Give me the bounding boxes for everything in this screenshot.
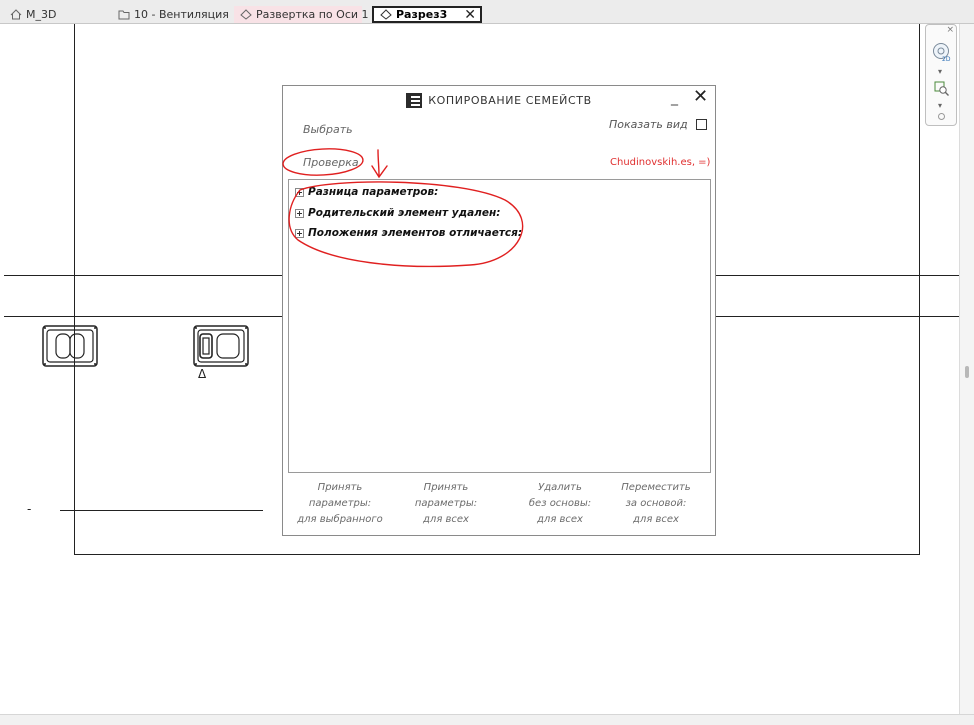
tab-ventilation[interactable]: 10 - Вентиляция xyxy=(112,6,230,23)
tab-m-3d[interactable]: M_3D xyxy=(4,6,104,23)
tab-label: 10 - Вентиляция xyxy=(134,8,229,21)
delete-orphans-all-button[interactable]: Удалить без основы: для всех xyxy=(510,480,610,528)
scrollbar-thumb[interactable] xyxy=(965,366,969,378)
expand-icon[interactable] xyxy=(295,208,304,218)
dialog-title: КОПИРОВАНИЕ СЕМЕЙСТВ xyxy=(428,93,592,107)
chevron-down-icon[interactable]: ▾ xyxy=(938,67,942,76)
app-logo-icon xyxy=(406,92,423,108)
tree-node-label: Положения элементов отличается: xyxy=(308,227,523,239)
chevron-down-icon[interactable]: ▾ xyxy=(938,101,942,110)
action-bar: Принять параметры: для выбранного Принят… xyxy=(283,478,715,536)
expand-icon[interactable] xyxy=(295,187,304,197)
close-button[interactable]: ✕ xyxy=(693,88,709,106)
tab-section-3[interactable]: Разрез3 ✕ xyxy=(372,6,482,23)
grid-line xyxy=(74,554,920,555)
tree-node-label: Родительский элемент удален: xyxy=(308,207,501,219)
navigation-bar: × 2D ▾ ▾ xyxy=(925,24,957,126)
grid-line xyxy=(919,24,920,555)
svg-text:2D: 2D xyxy=(942,56,951,62)
tab-close-icon[interactable]: ✕ xyxy=(464,7,476,23)
vertical-scrollbar[interactable] xyxy=(959,24,974,714)
show-view-toggle[interactable]: Показать вид xyxy=(609,118,707,131)
navbar-options-icon[interactable] xyxy=(938,113,945,120)
move-with-host-all-button[interactable]: Переместить за основой: для всех xyxy=(606,480,706,528)
duct-fixture[interactable] xyxy=(193,325,249,367)
home-icon xyxy=(10,9,22,20)
tab-label: Развертка по Оси 1 xyxy=(256,8,369,21)
grid-line xyxy=(74,24,75,555)
level-line xyxy=(60,510,263,511)
expand-icon[interactable] xyxy=(295,228,304,238)
results-tree[interactable]: Разница параметров: Родительский элемент… xyxy=(288,179,711,473)
tree-node-parent-deleted[interactable]: Родительский элемент удален: xyxy=(295,207,500,219)
dialog-title-bar: КОПИРОВАНИЕ СЕМЕЙСТВ xyxy=(283,86,715,114)
tree-node-position-differs[interactable]: Положения элементов отличается: xyxy=(295,227,522,239)
sheet-icon xyxy=(118,10,130,20)
section-icon xyxy=(380,9,392,20)
view-control-bar xyxy=(0,714,974,725)
tab-label: M_3D xyxy=(26,8,57,21)
section-mark-symbol: Δ xyxy=(198,367,207,381)
show-view-checkbox[interactable] xyxy=(695,119,707,130)
show-view-label: Показать вид xyxy=(609,118,688,131)
zoom-region-icon[interactable] xyxy=(934,81,950,97)
view-tab-bar: M_3D 10 - Вентиляция Развертка по Оси 1 … xyxy=(0,0,974,24)
check-button[interactable]: Проверка xyxy=(303,156,359,169)
duct-fixture[interactable] xyxy=(42,325,98,367)
tree-node-label: Разница параметров: xyxy=(308,186,439,198)
author-label: Chudinovskih.es, =) xyxy=(610,157,711,168)
navbar-close-icon[interactable]: × xyxy=(946,25,954,35)
accept-params-all-button[interactable]: Принять параметры: для всех xyxy=(396,480,496,528)
tab-label: Разрез3 xyxy=(396,8,448,21)
dash-mark: - xyxy=(27,502,32,516)
elevation-icon xyxy=(240,9,252,20)
copy-families-dialog: КОПИРОВАНИЕ СЕМЕЙСТВ _ ✕ Выбрать Показат… xyxy=(282,85,716,536)
minimize-button[interactable]: _ xyxy=(671,90,685,106)
tree-node-parameter-difference[interactable]: Разница параметров: xyxy=(295,186,438,198)
steering-wheel-2d-icon[interactable]: 2D xyxy=(932,42,952,62)
select-button[interactable]: Выбрать xyxy=(303,123,353,136)
accept-params-selected-button[interactable]: Принять параметры: для выбранного xyxy=(290,480,390,528)
tab-elevation-axis-1[interactable]: Развертка по Оси 1 xyxy=(234,6,369,23)
